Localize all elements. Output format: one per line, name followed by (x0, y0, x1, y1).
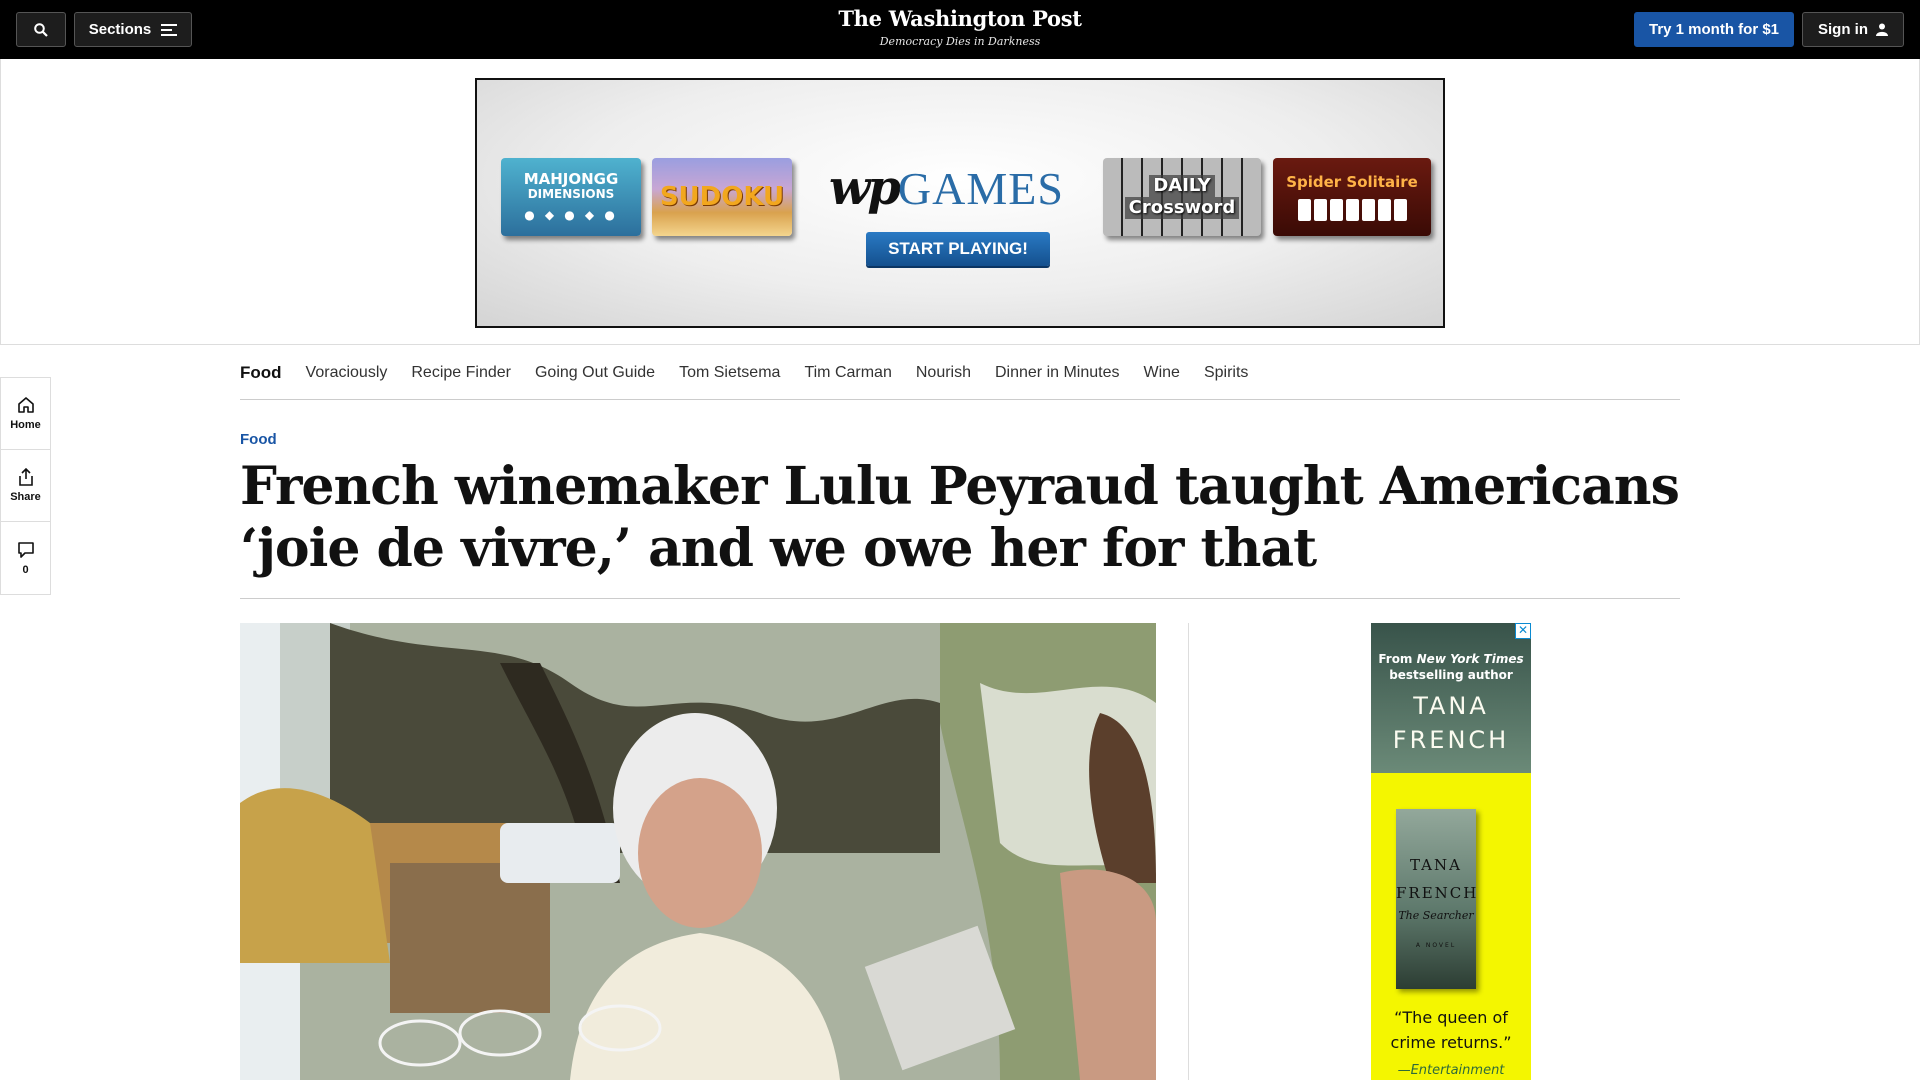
book-cover-note: A NOVEL (1415, 942, 1457, 949)
subnav-item-tom-sietsema[interactable]: Tom Sietsema (679, 364, 780, 382)
wp-games-logo[interactable]: wpGAMES (829, 160, 1063, 216)
site-logo[interactable]: The Washington Post (760, 6, 1160, 31)
user-icon (1876, 23, 1888, 36)
masthead[interactable]: The Washington Post Democracy Dies in Da… (760, 6, 1160, 48)
games-wordmark: GAMES (897, 163, 1064, 214)
sudoku-tile[interactable]: SUDOKU (652, 158, 792, 236)
mahjongg-subtitle: DIMENSIONS (527, 186, 615, 201)
sign-in-button[interactable]: Sign in (1802, 12, 1904, 47)
book-ad-header: From New York Times bestselling author T… (1371, 623, 1531, 773)
comment-icon (17, 541, 34, 558)
book-ad-author: TANA FRENCH (1371, 689, 1531, 757)
crossword-line2: Crossword (1124, 197, 1240, 219)
top-bar: Sections The Washington Post Democracy D… (0, 0, 1920, 59)
comments-count: 0 (22, 563, 29, 576)
subnav-item-dinner-in-minutes[interactable]: Dinner in Minutes (995, 364, 1120, 382)
spider-title: Spider Solitaire (1286, 173, 1418, 191)
share-label: Share (10, 491, 41, 503)
mahjong-tiles-icon: ● ◆ ● ◆ ● (524, 207, 618, 222)
article-headline: French winemaker Lulu Peyraud taught Ame… (240, 456, 1680, 579)
subscribe-button[interactable]: Try 1 month for $1 (1634, 12, 1794, 47)
start-playing-label: START PLAYING! (888, 239, 1028, 258)
book-ad-quote: “The queen of crime returns.” (1390, 1008, 1512, 1052)
book-ad-from-publication: New York Times (1416, 652, 1524, 666)
menu-icon (161, 23, 178, 36)
book-ad-from-prefix: From (1378, 652, 1413, 666)
book-ad-quote-source: —Entertainment (1397, 1063, 1505, 1078)
subnav-item-voraciously[interactable]: Voraciously (306, 364, 388, 382)
section-subnav: Food Voraciously Recipe Finder Going Out… (240, 346, 1680, 400)
wp-games-ad[interactable]: MAHJONGG DIMENSIONS ● ◆ ● ◆ ● SUDOKU wpG… (475, 78, 1445, 328)
crossword-tile[interactable]: DAILY Crossword (1103, 158, 1261, 236)
search-icon (34, 22, 48, 37)
share-icon (18, 468, 33, 486)
site-tagline: Democracy Dies in Darkness (879, 35, 1041, 48)
subnav-item-spirits[interactable]: Spirits (1204, 364, 1248, 382)
crossword-line1: DAILY (1149, 175, 1215, 197)
book-cover: TANA FRENCH The Searcher A NOVEL (1396, 809, 1476, 989)
subnav-item-tim-carman[interactable]: Tim Carman (804, 364, 891, 382)
subnav-item-wine[interactable]: Wine (1144, 364, 1180, 382)
lead-photo[interactable] (240, 623, 1156, 1080)
mahjongg-title: MAHJONGG (523, 169, 619, 188)
home-button[interactable]: Home (1, 378, 50, 450)
subnav-item-going-out-guide[interactable]: Going Out Guide (535, 364, 655, 382)
sudoku-title: SUDOKU (659, 182, 785, 212)
spider-solitaire-tile[interactable]: Spider Solitaire (1273, 158, 1431, 236)
sections-button[interactable]: Sections (74, 12, 192, 47)
share-button[interactable]: Share (1, 450, 50, 522)
sections-label: Sections (88, 21, 152, 38)
ad-choices-close-icon[interactable]: ✕ (1515, 623, 1531, 639)
subnav-item-recipe-finder[interactable]: Recipe Finder (411, 364, 511, 382)
sign-in-label: Sign in (1818, 21, 1868, 38)
book-ad-author-last: FRENCH (1392, 726, 1510, 754)
sidebar-book-ad[interactable]: From New York Times bestselling author T… (1371, 623, 1531, 1080)
mahjongg-tile[interactable]: MAHJONGG DIMENSIONS ● ◆ ● ◆ ● (501, 158, 641, 236)
lead-photo-art (240, 623, 1156, 1080)
start-playing-button[interactable]: START PLAYING! (866, 232, 1050, 266)
book-ad-from-suffix: bestselling author (1389, 668, 1513, 682)
search-button[interactable] (16, 12, 66, 47)
book-cover-author-first: TANA (1410, 856, 1462, 874)
book-cover-title: The Searcher (1398, 909, 1474, 922)
playing-cards-icon (1297, 199, 1407, 221)
book-ad-author-first: TANA (1413, 692, 1489, 720)
column-divider (1188, 623, 1189, 1080)
headline-divider (240, 598, 1680, 599)
subnav-item-nourish[interactable]: Nourish (916, 364, 971, 382)
book-ad-from: From New York Times bestselling author (1371, 651, 1531, 683)
book-ad-body: TANA FRENCH The Searcher A NOVEL “The qu… (1371, 773, 1531, 1080)
book-cover-author-last: FRENCH (1396, 884, 1479, 902)
home-label: Home (10, 419, 41, 431)
wp-logo-mark: wp (829, 160, 901, 216)
comments-button[interactable]: 0 (1, 522, 50, 594)
home-icon (17, 397, 34, 413)
article-kicker[interactable]: Food (240, 431, 277, 448)
left-rail: Home Share 0 (0, 377, 51, 595)
subnav-item-food[interactable]: Food (240, 363, 282, 383)
subscribe-label: Try 1 month for $1 (1648, 21, 1780, 38)
